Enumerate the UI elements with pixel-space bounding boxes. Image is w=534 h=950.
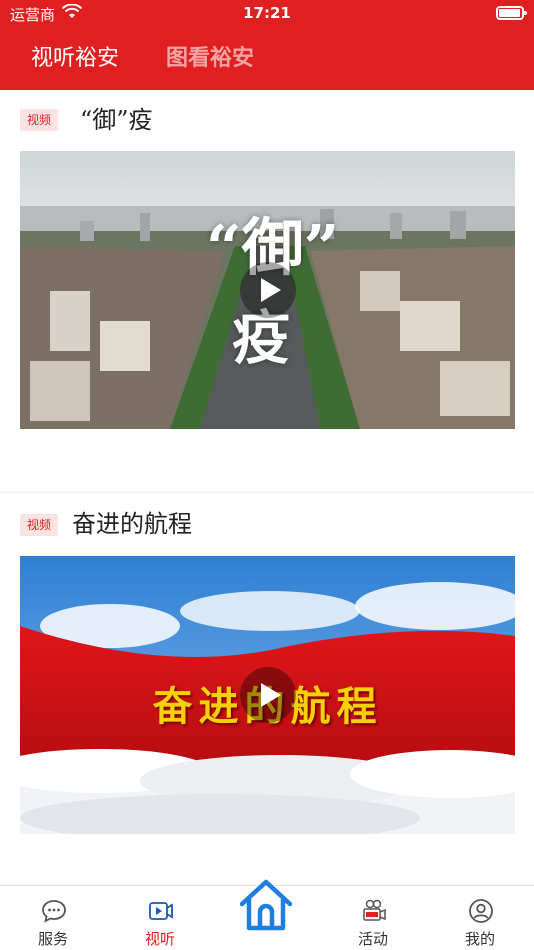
video-badge: 视频 — [20, 514, 58, 536]
user-icon — [469, 899, 493, 923]
status-time: 17:21 — [243, 4, 291, 22]
tab-shiting-yuan[interactable]: 视听裕安 — [31, 40, 119, 78]
nav-label: 服务 — [37, 930, 68, 948]
video-thumbnail[interactable]: 奋进的航程 — [20, 556, 515, 834]
video-thumbnail[interactable]: “御” 疫 — [20, 151, 515, 429]
play-icon[interactable] — [240, 667, 296, 723]
app-header: 运营商 17:21 视听裕安 图看裕安 — [0, 0, 534, 90]
play-icon[interactable] — [240, 262, 296, 318]
status-bar: 运营商 17:21 — [0, 0, 534, 28]
nav-item-services[interactable]: 服务 — [13, 886, 93, 950]
header-tabs: 视听裕安 图看裕安 — [0, 40, 534, 80]
live-camera-icon — [363, 899, 386, 921]
video-card[interactable]: 视频 奋进的航程 奋进的航程 — [0, 494, 534, 885]
video-card[interactable]: 视频 “御”疫 “御” 疫 — [0, 90, 534, 493]
video-title[interactable]: 奋进的航程 — [72, 508, 192, 540]
bottom-navigation: 服务 视听 活动 我的 — [0, 879, 534, 950]
nav-item-video[interactable]: 视听 — [120, 886, 200, 950]
video-icon — [149, 902, 173, 920]
battery-icon — [496, 6, 527, 20]
nav-item-home[interactable] — [226, 879, 306, 950]
nav-label: 活动 — [357, 930, 388, 948]
tab-tukan-yuan[interactable]: 图看裕安 — [166, 40, 254, 78]
video-title[interactable]: “御”疫 — [80, 104, 153, 136]
video-feed: 视频 “御”疫 “御” 疫 视频 奋进的航程 奋进的航程 — [0, 90, 534, 885]
video-badge: 视频 — [20, 109, 58, 131]
nav-label: 视听 — [144, 930, 175, 948]
nav-label: 我的 — [464, 930, 495, 948]
nav-item-profile[interactable]: 我的 — [440, 886, 520, 950]
home-icon — [239, 879, 293, 931]
nav-item-activities[interactable]: 活动 — [333, 886, 413, 950]
chat-icon — [42, 900, 66, 923]
